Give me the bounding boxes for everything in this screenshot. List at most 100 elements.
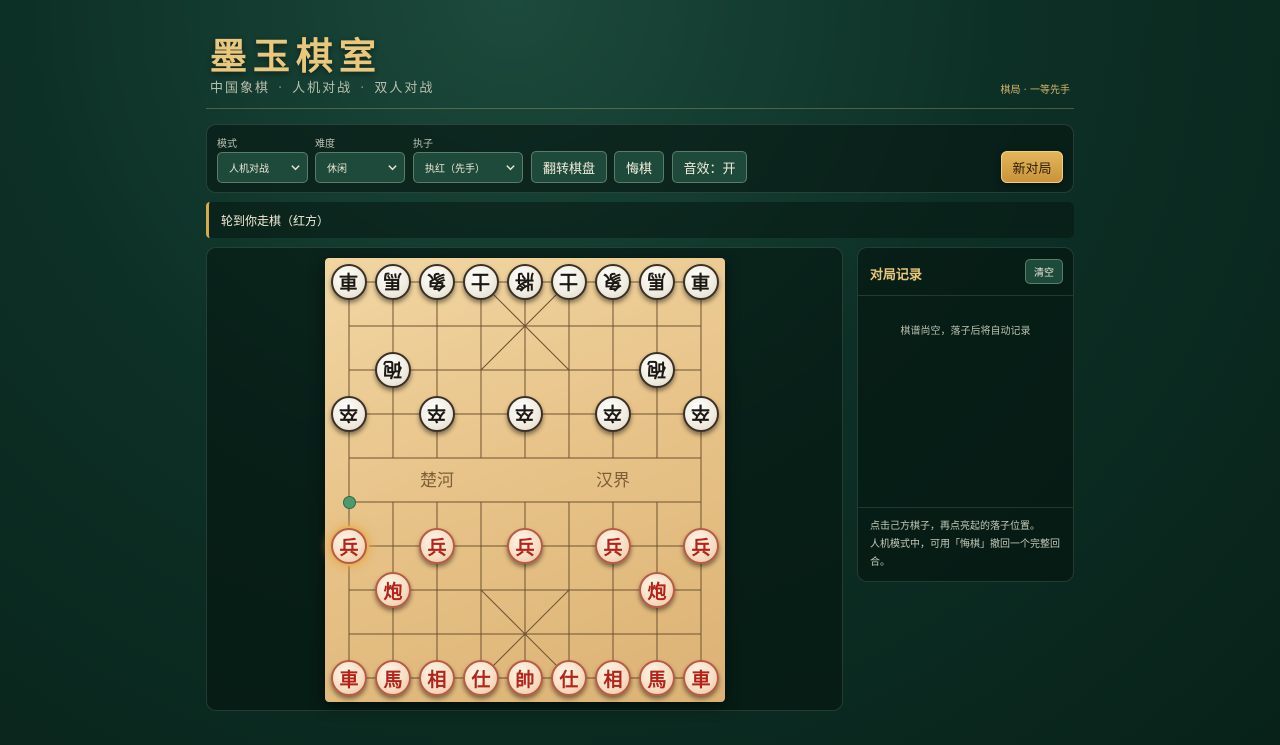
black-piece[interactable]: 象 bbox=[419, 264, 455, 300]
black-cannon-glyph: 砲 bbox=[383, 357, 403, 380]
red-piece-glyph: 相 bbox=[427, 668, 447, 691]
subtitle-separator: · bbox=[360, 81, 367, 96]
red-cannon[interactable]: 炮 bbox=[639, 572, 675, 608]
red-piece[interactable]: 仕 bbox=[551, 660, 587, 696]
black-piece[interactable]: 馬 bbox=[639, 264, 675, 300]
chevron-down-icon bbox=[388, 165, 397, 171]
red-piece[interactable]: 車 bbox=[683, 660, 719, 696]
side-group: 执子 执红（先手） bbox=[413, 135, 523, 183]
river-label-chu: 楚河 bbox=[420, 471, 454, 491]
mode-group: 模式 人机对战 bbox=[217, 135, 308, 183]
legal-move-dot[interactable] bbox=[342, 495, 356, 509]
black-piece[interactable]: 馬 bbox=[375, 264, 411, 300]
record-empty-text: 棋谱尚空，落子后将自动记录 bbox=[900, 326, 1031, 337]
red-soldier[interactable]: 兵 bbox=[507, 528, 543, 564]
black-piece[interactable]: 車 bbox=[683, 264, 719, 300]
new-game-button[interactable]: 新对局 bbox=[1001, 151, 1063, 183]
record-title: 对局记录 bbox=[870, 268, 923, 283]
river-label-han: 汉界 bbox=[596, 471, 630, 491]
subtitle-ai-mode: 中国象棋 bbox=[210, 81, 271, 96]
red-piece[interactable]: 車 bbox=[331, 660, 367, 696]
red-soldier[interactable]: 兵 bbox=[331, 528, 367, 564]
black-soldier[interactable]: 卒 bbox=[331, 396, 367, 432]
black-cannon[interactable]: 砲 bbox=[375, 352, 411, 388]
record-divider-top bbox=[858, 295, 1073, 296]
control-bar: 模式 人机对战 难度 休闲 执子 执红（先手） 翻转棋盘 悔棋 音效：开 新对局 bbox=[206, 124, 1074, 193]
black-soldier-glyph: 卒 bbox=[339, 401, 359, 424]
red-soldier[interactable]: 兵 bbox=[683, 528, 719, 564]
black-piece[interactable]: 將 bbox=[507, 264, 543, 300]
red-piece-glyph: 車 bbox=[691, 668, 711, 691]
red-soldier-glyph: 兵 bbox=[515, 536, 535, 559]
black-soldier[interactable]: 卒 bbox=[419, 396, 455, 432]
chevron-down-icon bbox=[291, 165, 300, 171]
xiangqi-board[interactable]: 楚河 汉界 車馬象士將士象馬車砲砲卒卒卒卒卒兵兵兵兵兵炮炮車馬相仕帥仕相馬車 bbox=[325, 258, 725, 702]
sound-toggle-button[interactable]: 音效：开 bbox=[672, 151, 747, 183]
red-piece[interactable]: 仕 bbox=[463, 660, 499, 696]
mode-select[interactable]: 人机对战 bbox=[217, 152, 308, 183]
difficulty-select[interactable]: 休闲 bbox=[315, 152, 405, 183]
record-divider-bottom bbox=[858, 507, 1073, 508]
red-soldier[interactable]: 兵 bbox=[419, 528, 455, 564]
help-line-2: 人机模式中，可用「悔棋」撤回一个完整回合。 bbox=[870, 539, 1060, 568]
red-piece[interactable]: 馬 bbox=[639, 660, 675, 696]
black-piece-glyph: 車 bbox=[691, 269, 711, 292]
difficulty-group: 难度 休闲 bbox=[315, 135, 405, 183]
undo-button[interactable]: 悔棋 bbox=[614, 151, 664, 183]
red-piece-glyph: 車 bbox=[339, 668, 359, 691]
subtitle-separator: · bbox=[278, 81, 285, 96]
red-piece-glyph: 馬 bbox=[383, 668, 403, 691]
black-piece-glyph: 象 bbox=[427, 269, 447, 292]
black-soldier[interactable]: 卒 bbox=[595, 396, 631, 432]
black-piece-glyph: 士 bbox=[559, 269, 579, 292]
mode-select-value: 人机对战 bbox=[229, 164, 269, 175]
black-piece-glyph: 士 bbox=[471, 269, 491, 292]
side-select[interactable]: 执红（先手） bbox=[413, 152, 523, 183]
black-piece[interactable]: 車 bbox=[331, 264, 367, 300]
difficulty-label: 难度 bbox=[315, 139, 335, 150]
record-help: 点击己方棋子，再点亮起的落子位置。 人机模式中，可用「悔棋」撤回一个完整回合。 bbox=[870, 518, 1063, 572]
app-subtitle: 中国象棋 · 人机对战 · 双人对战 bbox=[210, 77, 434, 96]
black-piece[interactable]: 士 bbox=[463, 264, 499, 300]
flip-board-button[interactable]: 翻转棋盘 bbox=[531, 151, 607, 183]
game-record-panel: 对局记录 清空 棋谱尚空，落子后将自动记录 点击己方棋子，再点亮起的落子位置。 … bbox=[857, 247, 1074, 582]
red-piece[interactable]: 馬 bbox=[375, 660, 411, 696]
board-grid: 楚河 汉界 bbox=[348, 281, 702, 679]
black-soldier[interactable]: 卒 bbox=[683, 396, 719, 432]
red-piece[interactable]: 相 bbox=[419, 660, 455, 696]
app-title: 墨玉棋室 bbox=[210, 34, 382, 78]
red-piece-glyph: 相 bbox=[603, 668, 623, 691]
black-piece-glyph: 車 bbox=[339, 269, 359, 292]
turn-status-text: 轮到你走棋（红方） bbox=[221, 213, 330, 228]
black-piece-glyph: 馬 bbox=[647, 269, 667, 292]
black-piece[interactable]: 象 bbox=[595, 264, 631, 300]
turn-status: 轮到你走棋（红方） bbox=[206, 202, 1074, 238]
black-piece-glyph: 將 bbox=[515, 269, 535, 292]
help-line-1: 点击己方棋子，再点亮起的落子位置。 bbox=[870, 521, 1040, 532]
red-soldier-glyph: 兵 bbox=[691, 536, 711, 559]
red-cannon-glyph: 炮 bbox=[647, 580, 667, 603]
black-soldier-glyph: 卒 bbox=[691, 401, 711, 424]
black-soldier[interactable]: 卒 bbox=[507, 396, 543, 432]
black-cannon[interactable]: 砲 bbox=[639, 352, 675, 388]
black-soldier-glyph: 卒 bbox=[603, 401, 623, 424]
board-panel: 楚河 汉界 車馬象士將士象馬車砲砲卒卒卒卒卒兵兵兵兵兵炮炮車馬相仕帥仕相馬車 bbox=[206, 247, 843, 711]
black-piece[interactable]: 士 bbox=[551, 264, 587, 300]
red-piece[interactable]: 相 bbox=[595, 660, 631, 696]
header-divider bbox=[206, 108, 1074, 109]
red-soldier-glyph: 兵 bbox=[603, 536, 623, 559]
subtitle-two-player: 双人对战 bbox=[374, 81, 435, 96]
red-soldier-glyph: 兵 bbox=[427, 536, 447, 559]
difficulty-select-value: 休闲 bbox=[327, 164, 347, 175]
black-soldier-glyph: 卒 bbox=[515, 401, 535, 424]
side-label: 执子 bbox=[413, 139, 433, 150]
clear-record-button[interactable]: 清空 bbox=[1025, 259, 1063, 284]
red-cannon-glyph: 炮 bbox=[383, 580, 403, 603]
red-piece-glyph: 仕 bbox=[471, 668, 491, 691]
app-root: 墨玉棋室 中国象棋 · 人机对战 · 双人对战 棋局 · 一等先手 模式 人机对战 难度… bbox=[206, 0, 1074, 745]
red-soldier[interactable]: 兵 bbox=[595, 528, 631, 564]
side-select-value: 执红（先手） bbox=[425, 164, 485, 175]
black-cannon-glyph: 砲 bbox=[647, 357, 667, 380]
red-piece[interactable]: 帥 bbox=[507, 660, 543, 696]
red-cannon[interactable]: 炮 bbox=[375, 572, 411, 608]
